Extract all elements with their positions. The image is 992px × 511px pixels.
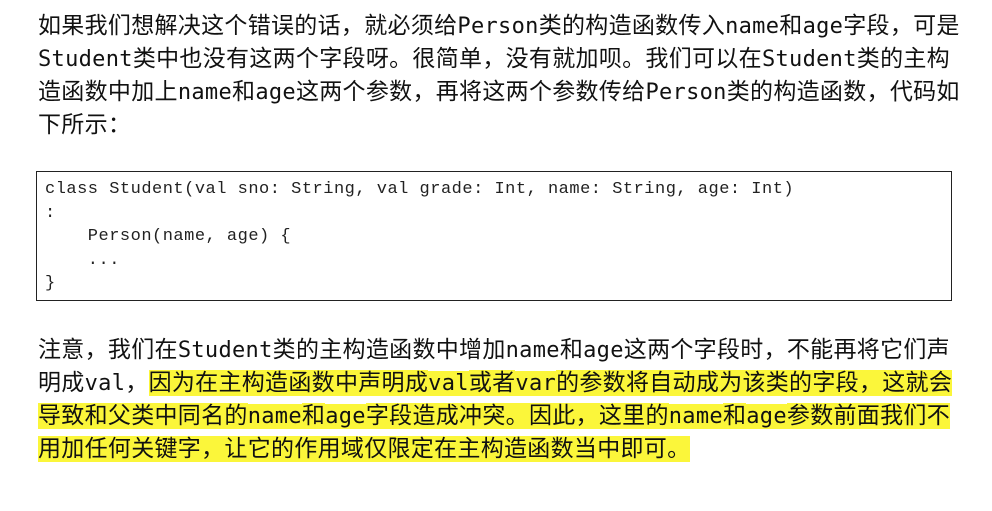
code-block: class Student(val sno: String, val grade… bbox=[36, 171, 952, 301]
highlighted-inline-code-age: age bbox=[746, 404, 787, 429]
code-line: Person(name, age) { bbox=[45, 227, 292, 246]
highlighted-inline-code-name: name bbox=[668, 404, 723, 429]
code-line: } bbox=[45, 274, 56, 293]
text-run: 注意，我们在 bbox=[38, 337, 178, 363]
highlighted-text: 因为在主构造函数中声明成 bbox=[148, 370, 429, 396]
code-line: class Student(val sno: String, val grade… bbox=[45, 180, 795, 199]
highlighted-text: 和 bbox=[722, 403, 747, 429]
highlighted-text: 和 bbox=[301, 403, 326, 429]
code-line: ... bbox=[45, 250, 120, 270]
inline-code-age: age bbox=[255, 80, 296, 105]
intro-paragraph: 如果我们想解决这个错误的话，就必须给Person类的构造函数传入name和age… bbox=[38, 10, 963, 142]
highlighted-inline-code-name: name bbox=[247, 404, 302, 429]
highlighted-text: 或者 bbox=[468, 370, 516, 396]
highlighted-inline-code-var: var bbox=[515, 371, 557, 396]
inline-code-name: name bbox=[725, 14, 780, 39]
inline-code-age: age bbox=[802, 14, 844, 39]
inline-code-age: age bbox=[583, 338, 624, 363]
inline-code-name: name bbox=[505, 338, 560, 363]
inline-code-val: val bbox=[84, 371, 126, 396]
note-paragraph: 注意，我们在Student类的主构造函数中增加name和age这两个字段时，不能… bbox=[38, 334, 963, 466]
inline-code-student: Student bbox=[177, 338, 273, 363]
text-run: ， bbox=[125, 370, 149, 396]
text-run: 如果我们想解决这个错误的话，就必须给 bbox=[38, 13, 458, 39]
inline-code-person: Person bbox=[645, 80, 727, 105]
text-run: 类中也没有这两个字段呀。很简单，没有就加呗。我们可以在 bbox=[132, 46, 762, 72]
text-run: 这两个参数，再将这两个参数传给 bbox=[295, 79, 646, 105]
text-run: 类的构造函数传入 bbox=[538, 13, 726, 39]
inline-code-student: Student bbox=[761, 47, 857, 72]
inline-code-student: Student bbox=[38, 47, 133, 72]
text-run: 和 bbox=[232, 79, 256, 105]
highlighted-text: 字段造成冲突。因此，这里的 bbox=[365, 403, 669, 429]
inline-code-name: name bbox=[177, 80, 232, 105]
text-run: 和 bbox=[779, 13, 803, 39]
inline-code-person: Person bbox=[457, 14, 539, 39]
highlighted-inline-code-age: age bbox=[325, 404, 366, 429]
text-run: 和 bbox=[559, 337, 584, 363]
text-run: 类的主构造函数中增加 bbox=[272, 337, 506, 363]
highlighted-inline-code-val: val bbox=[428, 371, 469, 396]
code-line: : bbox=[45, 203, 56, 223]
text-run: 字段，可是 bbox=[843, 13, 960, 39]
